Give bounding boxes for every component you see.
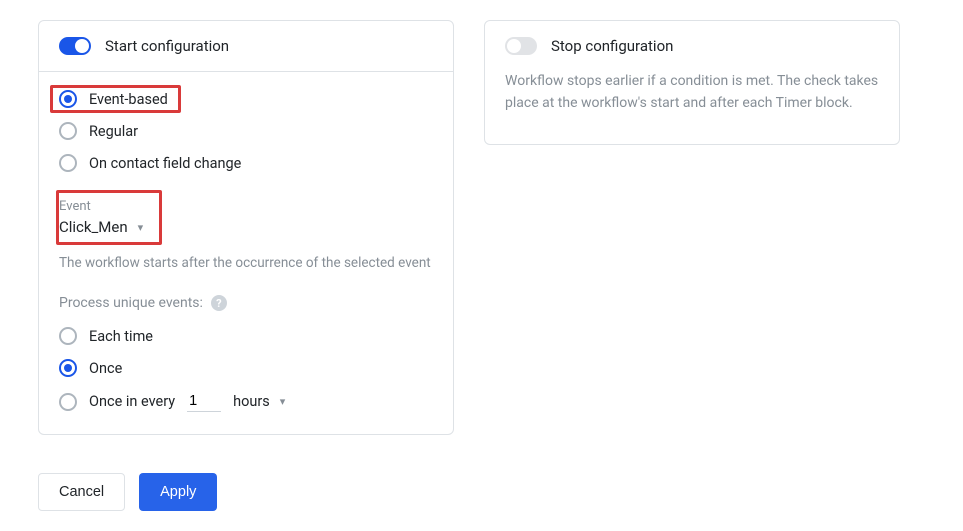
stop-config-title: Stop configuration	[551, 37, 673, 55]
stop-toggle[interactable]	[505, 37, 537, 55]
radio-each-time[interactable]	[59, 327, 77, 345]
event-helper-text: The workflow starts after the occurrence…	[59, 253, 433, 273]
event-field-label: Event	[59, 199, 143, 214]
interval-input[interactable]	[187, 391, 221, 412]
cancel-button[interactable]: Cancel	[38, 473, 125, 511]
interval-unit-select[interactable]: hours ▾	[233, 393, 285, 410]
radio-each-time-label: Each time	[89, 328, 153, 345]
radio-event-based[interactable]	[59, 90, 77, 108]
process-unique-label-text: Process unique events:	[59, 295, 203, 311]
radio-event-based-label: Event-based	[89, 91, 168, 108]
start-config-panel: Start configuration Event-based Regular …	[38, 20, 454, 435]
radio-regular-label: Regular	[89, 123, 138, 140]
stop-config-panel: Stop configuration Workflow stops earlie…	[484, 20, 900, 145]
start-toggle[interactable]	[59, 37, 91, 55]
interval-unit-value: hours	[233, 393, 270, 410]
radio-once-label: Once	[89, 360, 122, 377]
radio-once-in-every-label: Once in every	[89, 393, 175, 410]
highlight-event-field: Event Click_Men ▾	[56, 190, 162, 245]
stop-config-header: Stop configuration	[485, 21, 899, 71]
trigger-type-radio-group: Event-based Regular On contact field cha…	[59, 90, 433, 172]
process-unique-label: Process unique events: ?	[59, 295, 433, 311]
radio-contact-change[interactable]	[59, 154, 77, 172]
highlight-event-based: Event-based	[50, 85, 181, 113]
apply-button[interactable]: Apply	[139, 473, 217, 511]
radio-regular[interactable]	[59, 122, 77, 140]
action-buttons: Cancel Apply	[38, 473, 925, 511]
process-unique-radio-group: Each time Once Once in every hours ▾	[59, 327, 433, 412]
start-config-title: Start configuration	[105, 37, 229, 55]
start-config-header: Start configuration	[39, 21, 453, 72]
event-select-value: Click_Men	[59, 218, 128, 236]
chevron-down-icon: ▾	[280, 395, 286, 408]
event-select[interactable]: Click_Men ▾	[59, 218, 143, 236]
radio-once-in-every[interactable]	[59, 393, 77, 411]
chevron-down-icon: ▾	[138, 221, 144, 234]
radio-once[interactable]	[59, 359, 77, 377]
radio-contact-change-label: On contact field change	[89, 155, 241, 172]
stop-config-description: Workflow stops earlier if a condition is…	[485, 71, 899, 144]
help-icon[interactable]: ?	[211, 295, 227, 311]
